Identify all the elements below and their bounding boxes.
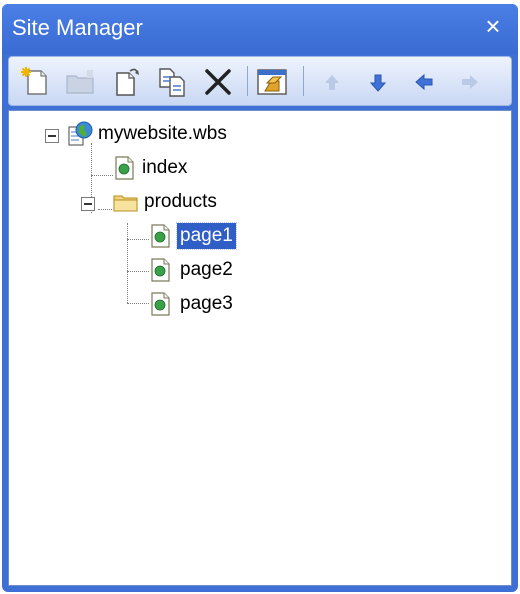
open-page-icon[interactable] <box>109 65 143 99</box>
tree-line <box>127 303 149 304</box>
tree-node-page2[interactable]: page2 <box>149 257 269 285</box>
move-down-icon[interactable] <box>361 65 395 99</box>
page-icon <box>149 291 173 316</box>
tree-node-label: page2 <box>180 259 233 280</box>
panel-title: Site Manager <box>12 15 143 40</box>
move-up-icon[interactable] <box>315 65 349 99</box>
toolbar-separator <box>247 66 248 96</box>
site-manager-panel: Site Manager × mywebsite.wbs index produ… <box>2 4 518 592</box>
tree-node-label: page3 <box>180 293 233 314</box>
title-bar[interactable]: Site Manager × <box>2 4 518 54</box>
tree-node-page3[interactable]: page3 <box>149 291 269 319</box>
tree-root[interactable]: mywebsite.wbs <box>67 121 237 149</box>
tree-node-page1[interactable]: page1 <box>149 222 269 251</box>
move-right-icon[interactable] <box>453 65 487 99</box>
tree-node-label-selected: page1 <box>176 222 237 250</box>
move-left-icon[interactable] <box>407 65 441 99</box>
page-icon <box>113 155 137 180</box>
delete-icon[interactable] <box>201 65 235 99</box>
collapse-root-toggle[interactable] <box>45 129 59 143</box>
tree-line <box>98 209 112 210</box>
tree-line <box>127 223 128 303</box>
close-icon[interactable]: × <box>480 13 506 39</box>
copy-page-icon[interactable] <box>155 65 189 99</box>
page-icon <box>149 223 173 248</box>
new-folder-icon[interactable] <box>63 65 97 99</box>
tree-line <box>127 239 149 240</box>
tree-root-label: mywebsite.wbs <box>98 123 227 144</box>
tree-node-products[interactable]: products <box>113 189 263 217</box>
tree-node-index[interactable]: index <box>113 155 233 183</box>
site-tree[interactable]: mywebsite.wbs index products page1 page2… <box>8 110 512 586</box>
folder-icon <box>113 189 138 213</box>
tree-line <box>127 271 149 272</box>
toolbar <box>8 56 512 106</box>
page-icon <box>149 257 173 282</box>
tree-node-label: products <box>144 191 217 212</box>
tree-line <box>91 175 113 176</box>
collapse-products-toggle[interactable] <box>81 197 95 211</box>
toolbar-separator <box>303 66 304 96</box>
properties-icon[interactable] <box>255 65 289 99</box>
tree-node-label: index <box>142 157 188 178</box>
new-page-icon[interactable] <box>19 65 53 99</box>
website-icon <box>67 121 93 146</box>
